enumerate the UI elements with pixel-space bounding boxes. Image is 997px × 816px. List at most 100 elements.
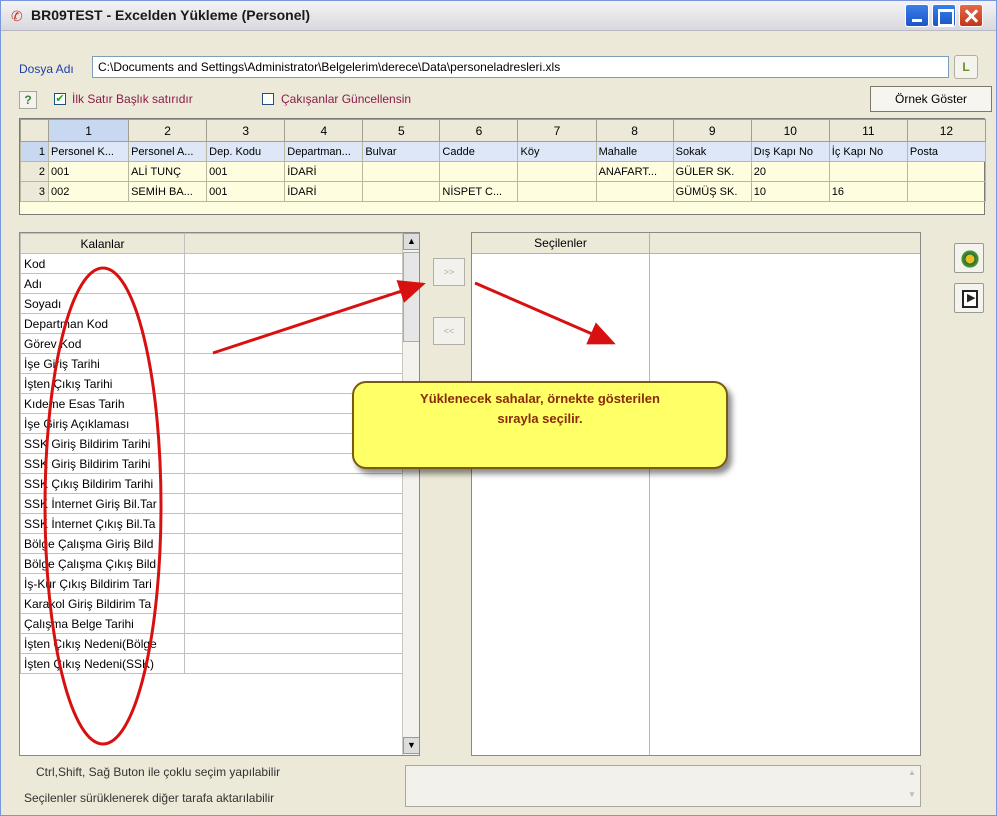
memo-up-icon[interactable]: ▲ [906, 768, 918, 782]
list-item[interactable]: İşe Giriş Tarihi [20, 353, 404, 374]
grid-cell[interactable] [595, 181, 674, 202]
grid-column-header[interactable]: 6 [439, 119, 519, 142]
excel-preview-grid[interactable]: 1 2 3 4 5 6 7 8 9 10 11 12 1 Personel K.… [19, 118, 987, 215]
field-value [184, 293, 404, 314]
list-item[interactable]: SSK Giriş Bildirim Tarihi [20, 453, 404, 474]
grid-column-header[interactable]: 7 [517, 119, 597, 142]
exit-button[interactable] [954, 283, 984, 313]
title-bar[interactable]: ✆ BR09TEST - Excelden Yükleme (Personel) [1, 1, 996, 31]
grid-cell[interactable] [439, 161, 519, 182]
move-left-button[interactable]: << [433, 317, 465, 345]
list-item[interactable]: İşten Çıkış Nedeni(Bölge [20, 633, 404, 654]
grid-column-header[interactable]: 9 [672, 119, 752, 142]
grid-cell[interactable]: 10 [750, 181, 830, 202]
maximize-button[interactable] [932, 4, 956, 27]
scroll-down-icon[interactable]: ▼ [403, 737, 419, 754]
table-row[interactable]: 1 Personel K... Personel A... Dep. Kodu … [19, 141, 987, 162]
grid-column-header[interactable]: 8 [595, 119, 674, 142]
grid-column-header[interactable]: 12 [906, 119, 987, 142]
grid-cell[interactable]: İDARİ [284, 181, 364, 202]
grid-row-number[interactable]: 3 [19, 181, 50, 202]
grid-cell[interactable] [517, 161, 597, 182]
grid-row-number[interactable]: 2 [19, 161, 50, 182]
table-row[interactable]: 3 002 SEMİH BA... 001 İDARİ NİSPET C... … [19, 181, 987, 202]
list-item[interactable]: İşe Giriş Açıklaması [20, 413, 404, 434]
update-conflicts-checkbox[interactable] [262, 93, 274, 105]
grid-cell[interactable]: SEMİH BA... [128, 181, 208, 202]
grid-column-header[interactable]: 4 [284, 119, 364, 142]
help-button[interactable]: ? [19, 91, 37, 109]
grid-cell[interactable] [828, 161, 908, 182]
grid-row-number[interactable]: 1 [19, 141, 50, 162]
list-item[interactable]: SSK İnternet Giriş Bil.Tar [20, 493, 404, 514]
grid-cell[interactable] [906, 181, 987, 202]
status-memo[interactable]: ▲ ▼ [405, 765, 921, 807]
list-item[interactable]: Görev Kod [20, 333, 404, 354]
list-item[interactable]: İş-Kur Çıkış Bildirim Tari [20, 573, 404, 594]
grid-cell[interactable]: Personel K... [48, 141, 130, 162]
grid-cell[interactable]: ALİ TUNÇ [128, 161, 208, 182]
grid-cell[interactable]: GÜMÜŞ SK. [672, 181, 752, 202]
grid-cell[interactable]: Cadde [439, 141, 519, 162]
list-item[interactable]: Karakol Giriş Bildirim Ta [20, 593, 404, 614]
scroll-thumb[interactable] [403, 252, 419, 342]
grid-cell[interactable]: GÜLER SK. [672, 161, 752, 182]
grid-cell[interactable]: Bulvar [362, 141, 441, 162]
list-item[interactable]: SSK İnternet Çıkış Bil.Ta [20, 513, 404, 534]
grid-column-header[interactable]: 2 [128, 119, 208, 142]
browse-button[interactable]: L [954, 55, 978, 79]
grid-cell[interactable]: İç Kapı No [828, 141, 908, 162]
grid-cell[interactable]: Sokak [672, 141, 752, 162]
table-row[interactable]: 2 001 ALİ TUNÇ 001 İDARİ ANAFART... GÜLE… [19, 161, 987, 182]
grid-cell[interactable]: Dep. Kodu [206, 141, 286, 162]
list-item[interactable]: SSK Giriş Bildirim Tarihi [20, 433, 404, 454]
grid-cell[interactable]: 16 [828, 181, 908, 202]
memo-down-icon[interactable]: ▼ [906, 790, 918, 804]
selected-fields-list[interactable]: Seçilenler [471, 232, 921, 756]
list-item[interactable]: İşten Çıkış Nedeni(SSK) [20, 653, 404, 674]
grid-column-header[interactable]: 1 [48, 119, 130, 142]
list-item[interactable]: Soyadı [20, 293, 404, 314]
close-button[interactable] [959, 4, 983, 27]
list-item[interactable]: Adı [20, 273, 404, 294]
first-row-header-checkbox[interactable]: ✔ [54, 93, 66, 105]
list-item[interactable]: Departman Kod [20, 313, 404, 334]
list-item[interactable]: Bölge Çalışma Çıkış Bild [20, 553, 404, 574]
remaining-fields-list[interactable]: Kalanlar Kod Adı Soyadı Departman Kod Görev … [19, 232, 420, 756]
grid-cell[interactable]: Dış Kapı No [750, 141, 830, 162]
grid-cell[interactable]: 20 [750, 161, 830, 182]
list-item[interactable]: Kıdeme Esas Tarih [20, 393, 404, 414]
grid-cell[interactable] [906, 161, 987, 182]
minimize-button[interactable] [905, 4, 929, 27]
grid-cell[interactable]: Mahalle [595, 141, 674, 162]
grid-column-header[interactable]: 11 [828, 119, 908, 142]
grid-column-header[interactable]: 10 [750, 119, 830, 142]
move-right-button[interactable]: >> [433, 258, 465, 286]
grid-cell[interactable] [517, 181, 597, 202]
grid-cell[interactable]: 002 [48, 181, 130, 202]
grid-column-header[interactable]: 5 [362, 119, 441, 142]
remaining-scrollbar[interactable]: ▲ ▼ [402, 233, 419, 755]
grid-column-header[interactable]: 3 [206, 119, 286, 142]
list-item[interactable]: Bölge Çalışma Giriş Bild [20, 533, 404, 554]
scroll-up-icon[interactable]: ▲ [403, 233, 419, 250]
grid-cell[interactable] [362, 161, 441, 182]
run-button[interactable] [954, 243, 984, 273]
grid-cell[interactable] [362, 181, 441, 202]
grid-cell[interactable]: ANAFART... [595, 161, 674, 182]
list-item[interactable]: İşten Çıkış Tarihi [20, 373, 404, 394]
file-path-input[interactable] [92, 56, 949, 78]
grid-cell[interactable]: Posta [906, 141, 987, 162]
grid-cell[interactable]: 001 [48, 161, 130, 182]
grid-cell[interactable]: 001 [206, 161, 286, 182]
grid-cell[interactable]: NİSPET C... [439, 181, 519, 202]
show-sample-button[interactable]: Örnek Göster [870, 86, 992, 112]
list-item[interactable]: Kod [20, 253, 404, 274]
grid-cell[interactable]: İDARİ [284, 161, 364, 182]
grid-cell[interactable]: Köy [517, 141, 597, 162]
list-item[interactable]: Çalışma Belge Tarihi [20, 613, 404, 634]
grid-cell[interactable]: Personel A... [128, 141, 208, 162]
grid-cell[interactable]: Departman... [284, 141, 364, 162]
list-item[interactable]: SSK Çıkış Bildirim Tarihi [20, 473, 404, 494]
grid-cell[interactable]: 001 [206, 181, 286, 202]
